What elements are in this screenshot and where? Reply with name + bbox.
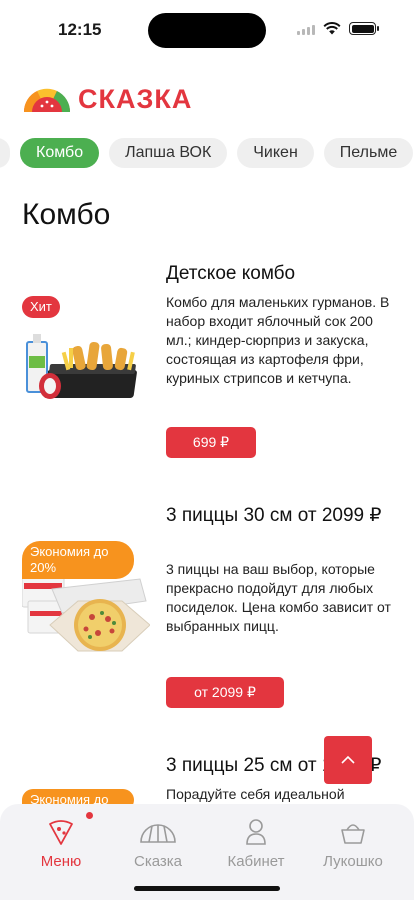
tab-basket[interactable]: Лукошко: [308, 818, 398, 870]
tab-label: Сказка: [133, 853, 182, 870]
category-chip-dumplings[interactable]: Пельме: [323, 138, 414, 168]
brand-icon: [140, 824, 176, 843]
active-tab-indicator: [86, 812, 93, 819]
tab-cabinet[interactable]: Кабинет: [211, 818, 301, 870]
product-description: 3 пиццы на ваш выбор, которые прекрасно …: [166, 561, 391, 634]
tab-label: Кабинет: [227, 853, 285, 870]
basket-icon: [341, 824, 365, 844]
section-title: Комбо: [22, 198, 111, 231]
product-card[interactable]: Экономия до 20% 3 пиццы 30 см от 2099 ₽ …: [0, 503, 414, 713]
tab-label: Меню: [40, 853, 82, 870]
product-badge: Экономия до 20%: [22, 541, 134, 579]
tab-menu[interactable]: Меню: [16, 812, 106, 870]
category-chip-combo[interactable]: Комбо: [20, 138, 100, 168]
kids-combo-image[interactable]: [22, 308, 150, 428]
price-button[interactable]: от 2099 ₽: [166, 677, 284, 708]
product-badge: Хит: [22, 296, 60, 318]
cellular-signal-icon: [297, 23, 315, 35]
user-icon: [246, 819, 266, 845]
dynamic-island: [148, 13, 266, 48]
product-description: Порадуйте себя идеальной: [166, 786, 345, 802]
status-icons: [297, 22, 379, 35]
wifi-icon: [323, 22, 341, 35]
three-pizzas-image[interactable]: [22, 561, 150, 681]
watermelon-logo-icon: [23, 88, 71, 112]
status-bar: 12:15: [0, 0, 414, 60]
product-title[interactable]: Детское комбо: [166, 261, 391, 286]
product-card[interactable]: Хит Детское комбо Комбо для маленьких гу…: [0, 258, 414, 468]
category-chip-previous[interactable]: [0, 138, 10, 168]
brand-name: СКАЗКА: [78, 84, 193, 114]
battery-icon: [349, 22, 379, 35]
status-time: 12:15: [58, 20, 102, 39]
chevron-up-icon: [341, 755, 355, 764]
product-description: Комбо для маленьких гурманов. В набор вх…: [166, 294, 390, 386]
pizza-slice-icon: [49, 820, 73, 845]
category-chip-wok[interactable]: Лапша ВОК: [109, 138, 228, 168]
tab-label: Лукошко: [323, 853, 383, 870]
category-chip-chicken[interactable]: Чикен: [237, 138, 314, 168]
tab-brand[interactable]: Сказка: [113, 818, 203, 870]
brand-logo[interactable]: СКАЗКА: [22, 84, 192, 115]
product-title[interactable]: 3 пиццы 30 см от 2099 ₽: [166, 503, 391, 528]
price-button[interactable]: 699 ₽: [166, 427, 256, 458]
category-scroller[interactable]: Комбо Лапша ВОК Чикен Пельме: [0, 138, 414, 170]
home-indicator: [134, 886, 280, 891]
scroll-to-top-button[interactable]: [324, 736, 372, 784]
